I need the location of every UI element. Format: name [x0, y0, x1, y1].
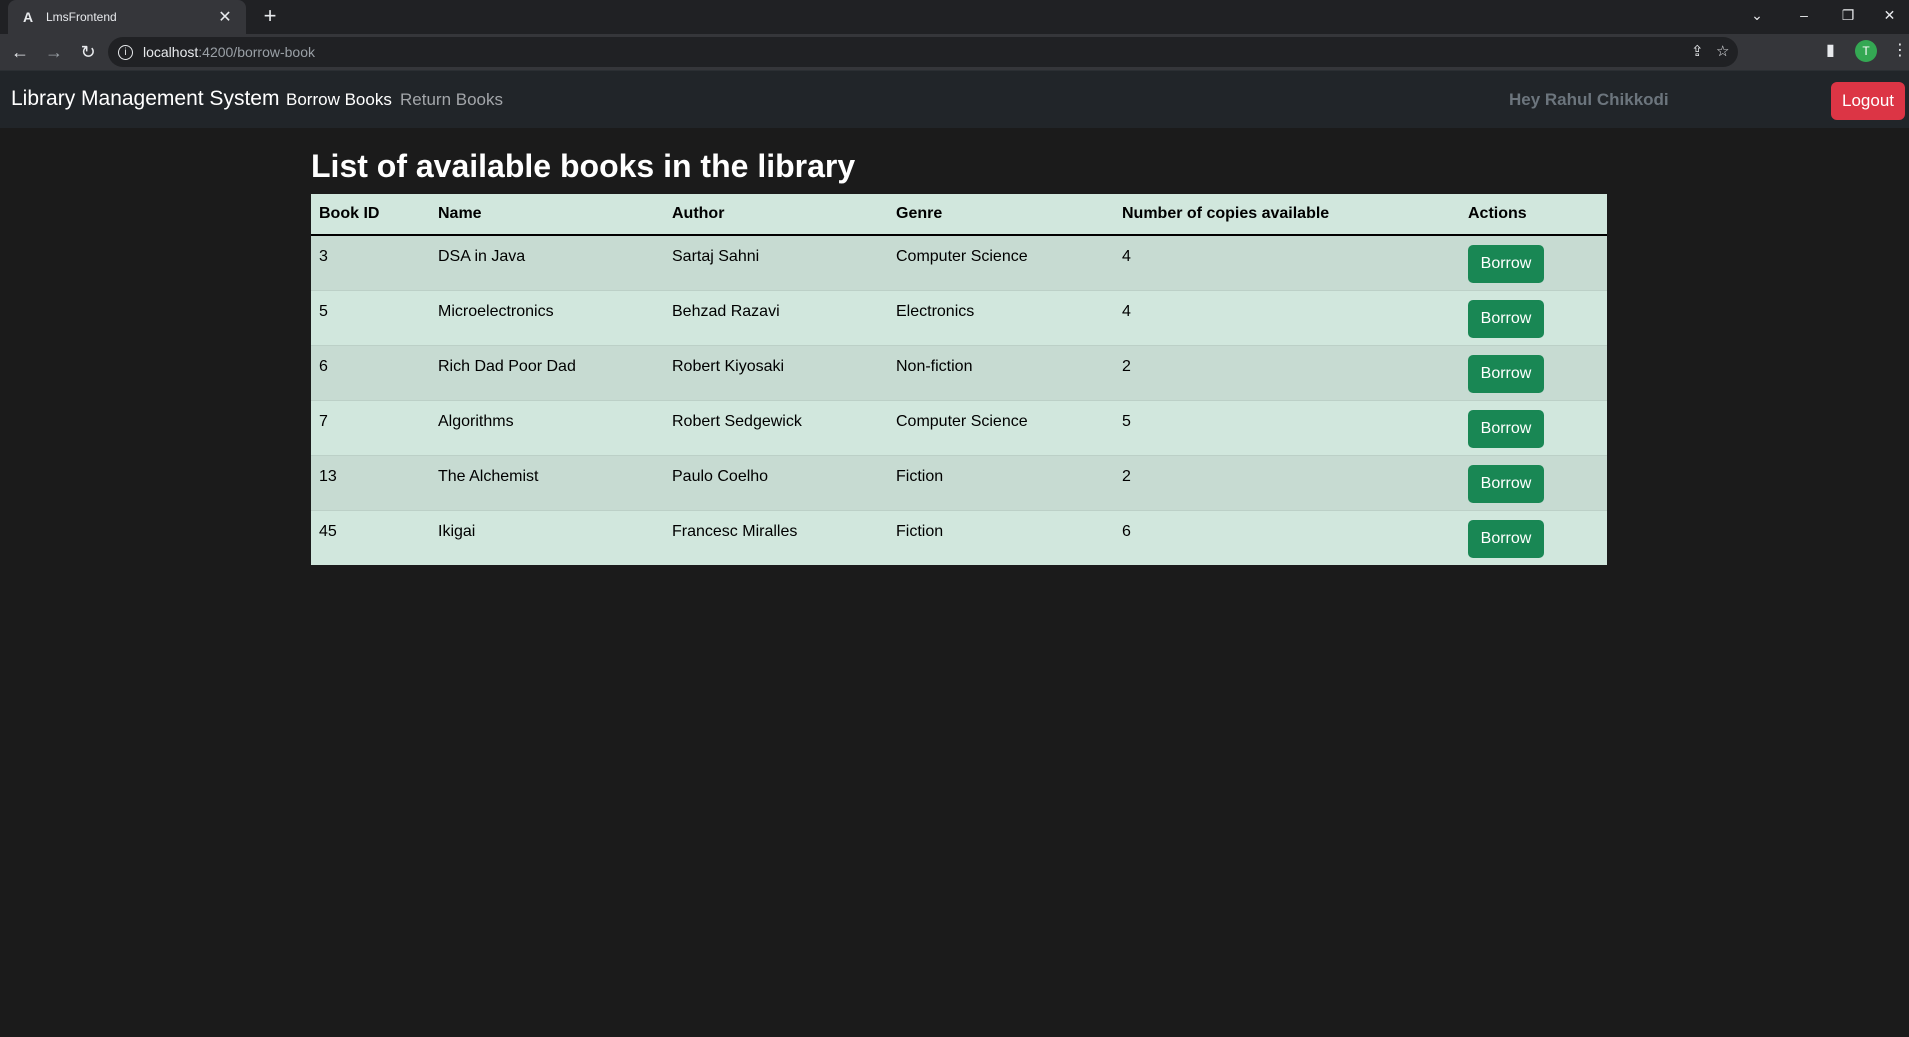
cell-author: Francesc Miralles	[664, 510, 888, 565]
cell-genre: Non-fiction	[888, 345, 1114, 401]
cell-copies: 5	[1114, 400, 1460, 456]
borrow-button[interactable]: Borrow	[1468, 354, 1544, 393]
app-navbar: Library Management System Borrow Books R…	[0, 70, 1909, 128]
cell-name: Ikigai	[430, 510, 664, 565]
cell-author: Robert Kiyosaki	[664, 345, 888, 401]
column-header-author: Author	[664, 194, 888, 236]
cell-book-id: 7	[311, 400, 430, 456]
tab-close-icon[interactable]: ✕	[216, 7, 234, 27]
user-greeting: Hey Rahul Chikkodi	[1509, 90, 1669, 109]
cell-book-id: 13	[311, 455, 430, 511]
borrow-button[interactable]: Borrow	[1468, 464, 1544, 503]
cell-copies: 2	[1114, 455, 1460, 511]
borrow-button[interactable]: Borrow	[1468, 409, 1544, 448]
table-row: 13 The Alchemist Paulo Coelho Fiction 2 …	[311, 455, 1607, 511]
logout-button[interactable]: Logout	[1831, 82, 1905, 120]
cell-actions: Borrow	[1460, 400, 1607, 456]
browser-toolbar: ← → ↻ i localhost :4200/borrow-book ⇪ ☆ …	[0, 34, 1909, 70]
nav-link-return-books[interactable]: Return Books	[400, 90, 503, 110]
bookmark-star-icon[interactable]: ☆	[1716, 42, 1729, 60]
table-row: 7 Algorithms Robert Sedgewick Computer S…	[311, 400, 1607, 456]
cell-copies: 4	[1114, 290, 1460, 346]
cell-book-id: 45	[311, 510, 430, 565]
borrow-button[interactable]: Borrow	[1468, 299, 1544, 338]
navbar-brand[interactable]: Library Management System	[11, 87, 279, 111]
close-window-icon[interactable]: ✕	[1870, 0, 1909, 30]
minimize-icon[interactable]: –	[1782, 0, 1826, 30]
cell-author: Robert Sedgewick	[664, 400, 888, 456]
cell-author: Paulo Coelho	[664, 455, 888, 511]
angular-favicon-icon: A	[22, 9, 34, 25]
column-header-copies: Number of copies available	[1114, 194, 1460, 236]
cell-author: Sartaj Sahni	[664, 235, 888, 291]
nav-link-borrow-books[interactable]: Borrow Books	[286, 90, 392, 110]
forward-icon[interactable]: →	[40, 38, 68, 66]
tab-title: LmsFrontend	[46, 10, 117, 24]
column-header-actions: Actions	[1460, 194, 1607, 236]
site-info-icon[interactable]: i	[118, 44, 133, 60]
browser-tab[interactable]: A LmsFrontend ✕	[8, 0, 246, 34]
cell-book-id: 6	[311, 345, 430, 401]
table-header-row: Book ID Name Author Genre Number of copi…	[311, 194, 1607, 236]
cell-genre: Electronics	[888, 290, 1114, 346]
column-header-genre: Genre	[888, 194, 1114, 236]
table-row: 5 Microelectronics Behzad Razavi Electro…	[311, 290, 1607, 346]
cell-copies: 6	[1114, 510, 1460, 565]
cell-book-id: 5	[311, 290, 430, 346]
cell-author: Behzad Razavi	[664, 290, 888, 346]
cell-actions: Borrow	[1460, 510, 1607, 565]
share-icon[interactable]: ⇪	[1691, 42, 1704, 60]
cell-name: Microelectronics	[430, 290, 664, 346]
column-header-book-id: Book ID	[311, 194, 430, 236]
table-row: 3 DSA in Java Sartaj Sahni Computer Scie…	[311, 235, 1607, 291]
borrow-button[interactable]: Borrow	[1468, 245, 1544, 283]
borrow-button[interactable]: Borrow	[1468, 519, 1544, 558]
browser-tabstrip: A LmsFrontend ✕ + ⌄ – ❐ ✕	[0, 0, 1909, 34]
cell-actions: Borrow	[1460, 455, 1607, 511]
profile-avatar[interactable]: T	[1855, 40, 1877, 62]
page-title: List of available books in the library	[311, 148, 856, 184]
address-bar[interactable]: i localhost :4200/borrow-book ⇪ ☆	[108, 37, 1738, 67]
table-row: 45 Ikigai Francesc Miralles Fiction 6 Bo…	[311, 510, 1607, 565]
cell-copies: 2	[1114, 345, 1460, 401]
cell-genre: Computer Science	[888, 235, 1114, 291]
cell-name: Rich Dad Poor Dad	[430, 345, 664, 401]
cell-actions: Borrow	[1460, 290, 1607, 346]
url-host: localhost	[143, 44, 199, 60]
books-table: Book ID Name Author Genre Number of copi…	[311, 194, 1607, 565]
side-panel-icon[interactable]: ▮	[1826, 40, 1835, 60]
cell-copies: 4	[1114, 235, 1460, 291]
new-tab-icon[interactable]: +	[258, 4, 282, 28]
back-icon[interactable]: ←	[6, 38, 34, 66]
reload-icon[interactable]: ↻	[74, 38, 102, 66]
cell-genre: Computer Science	[888, 400, 1114, 456]
cell-genre: Fiction	[888, 455, 1114, 511]
table-row: 6 Rich Dad Poor Dad Robert Kiyosaki Non-…	[311, 345, 1607, 401]
cell-actions: Borrow	[1460, 235, 1607, 291]
column-header-name: Name	[430, 194, 664, 236]
menu-kebab-icon[interactable]: ⋮	[1892, 40, 1908, 60]
cell-book-id: 3	[311, 235, 430, 291]
cell-actions: Borrow	[1460, 345, 1607, 401]
url-path: :4200/borrow-book	[198, 44, 316, 60]
restore-icon[interactable]: ❐	[1826, 0, 1870, 30]
cell-name: DSA in Java	[430, 235, 664, 291]
cell-name: The Alchemist	[430, 455, 664, 511]
cell-genre: Fiction	[888, 510, 1114, 565]
tab-search-icon[interactable]: ⌄	[1735, 0, 1779, 30]
cell-name: Algorithms	[430, 400, 664, 456]
